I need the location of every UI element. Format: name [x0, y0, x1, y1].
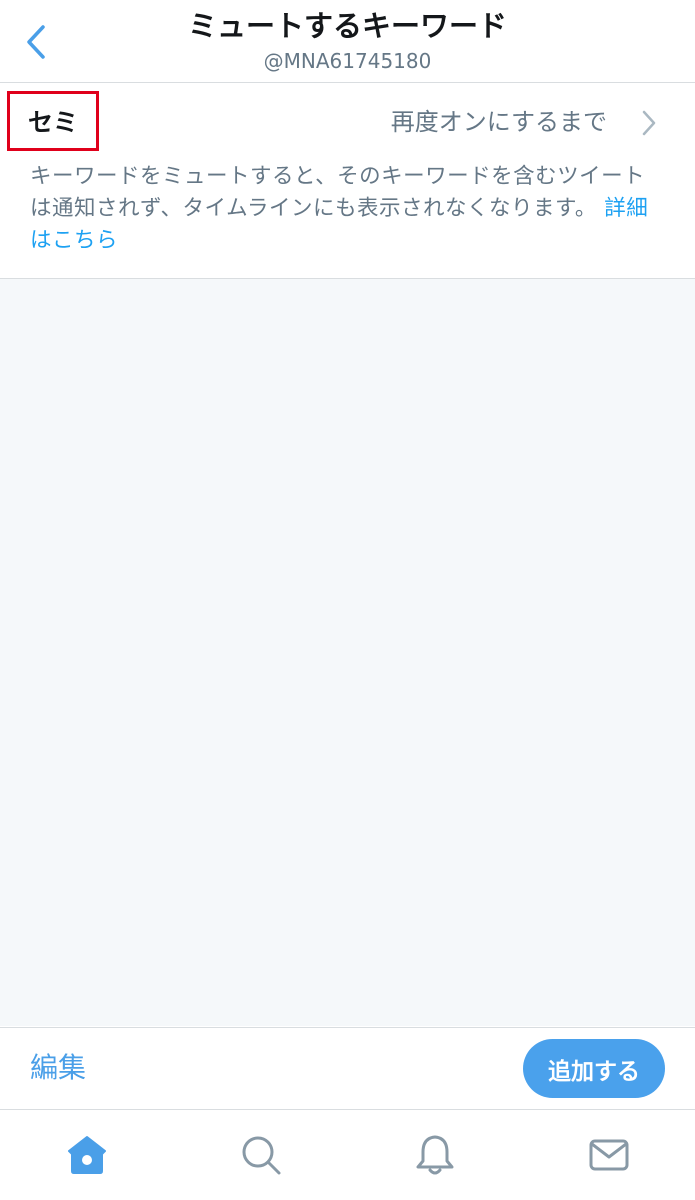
muted-keyword-row[interactable]: セミ 再度オンにするまで — [0, 83, 695, 163]
tab-bar — [0, 1110, 695, 1200]
add-button[interactable]: 追加する — [523, 1039, 665, 1098]
tab-notifications[interactable] — [412, 1132, 458, 1178]
description-text: キーワードをミュートすると、そのキーワードを含むツイートは通知されず、タイムライ… — [30, 164, 646, 221]
mute-duration: 再度オンにするまで — [390, 108, 607, 136]
search-icon — [242, 1136, 281, 1175]
home-icon — [68, 1136, 106, 1174]
account-handle: @MNA61745180 — [263, 49, 432, 73]
bell-icon — [416, 1135, 454, 1175]
edit-button[interactable]: 編集 — [30, 1050, 86, 1086]
muted-keyword-text: セミ — [27, 108, 78, 137]
keyword-highlight-box: セミ — [7, 91, 99, 151]
tab-search[interactable] — [238, 1132, 284, 1178]
tab-messages[interactable] — [586, 1132, 632, 1178]
chevron-right-icon — [642, 110, 656, 136]
tab-home[interactable] — [64, 1132, 110, 1178]
empty-list-area — [0, 279, 695, 1026]
mute-description: キーワードをミュートすると、そのキーワードを含むツイートは通知されず、タイムライ… — [30, 161, 666, 257]
header: ミュートするキーワード @MNA61745180 — [0, 0, 695, 83]
page-title: ミュートするキーワード — [187, 9, 507, 43]
action-bar: 編集 追加する — [0, 1027, 695, 1110]
muted-keyword-section: セミ 再度オンにするまで キーワードをミュートすると、そのキーワードを含むツイー… — [0, 83, 695, 279]
mail-icon — [589, 1139, 629, 1171]
